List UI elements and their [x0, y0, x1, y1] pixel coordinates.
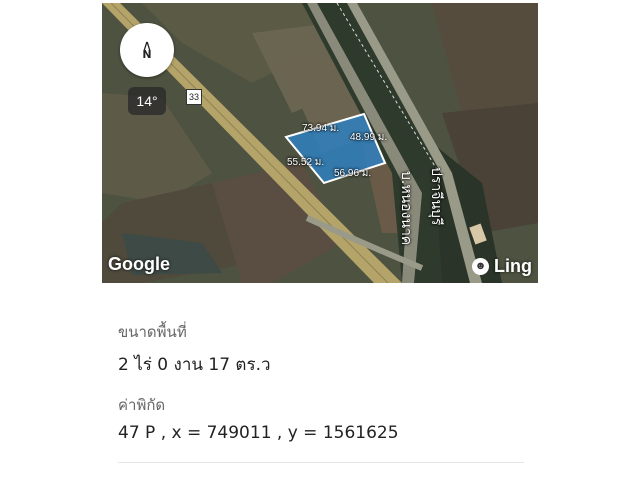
route-shield-icon: 33 — [186, 89, 202, 105]
road-label: ปราจีนบุรี — [428, 167, 444, 226]
tilt-indicator[interactable]: 14° — [128, 87, 166, 115]
measurement-label: 55.52 ม. — [287, 157, 325, 168]
google-logo: Google — [108, 254, 170, 274]
measurement-label: 56.96 ม. — [334, 168, 372, 179]
ling-brand: ☻ Ling — [472, 256, 532, 277]
compass-north-label: N — [142, 48, 152, 61]
divider — [118, 462, 524, 463]
area-value: 2 ไร่ 0 งาน 17 ตร.ว — [118, 355, 271, 375]
satellite-map[interactable]: ∧ N 14° 33 73.94 ม. 48.99 ม. 55.52 ม. 56… — [102, 3, 538, 283]
ling-label: Ling — [494, 256, 532, 276]
road-label: บ.หนองนาค — [398, 171, 414, 246]
coordinate-value: 47 P , x = 749011 , y = 1561625 — [118, 423, 399, 443]
coordinate-label: ค่าพิกัด — [118, 396, 166, 414]
measurement-label: 73.94 ม. — [302, 123, 340, 134]
ling-logo-icon: ☻ — [472, 258, 489, 275]
area-label: ขนาดพื้นที่ — [118, 323, 187, 341]
measurement-label: 48.99 ม. — [350, 132, 388, 143]
compass-button[interactable]: ∧ N — [120, 23, 174, 77]
